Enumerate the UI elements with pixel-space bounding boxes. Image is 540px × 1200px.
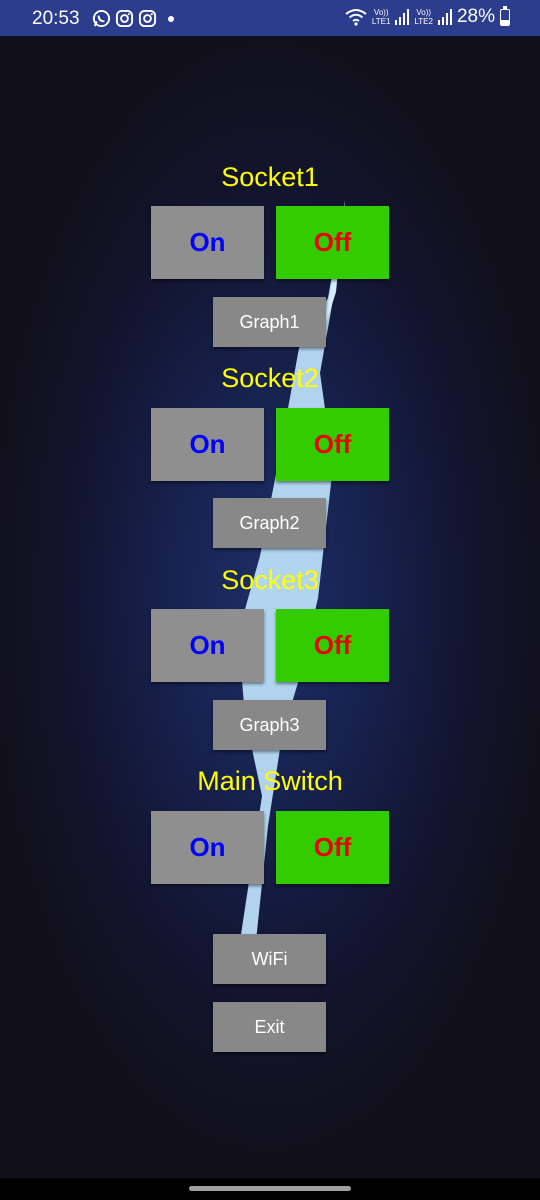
exit-button[interactable]: Exit <box>213 1002 326 1052</box>
signal-icon <box>437 9 452 25</box>
sim2-label-bottom: LTE2 <box>414 17 433 26</box>
socket2-title: Socket2 <box>221 363 319 393</box>
sim2-label-top: Vo)) <box>416 8 432 17</box>
socket3-off-button[interactable]: Off <box>276 609 389 682</box>
socket1-off-button[interactable]: Off <box>276 206 389 279</box>
battery-fill <box>501 20 509 25</box>
sim1-label-top: Vo)) <box>373 8 389 17</box>
status-bar: 20:53 Vo)) LTE1 Vo)) LTE2 28% <box>0 0 540 36</box>
wifi-icon <box>345 9 367 26</box>
sim1-label: Vo)) LTE1 <box>372 8 391 26</box>
instagram-icon <box>115 9 134 28</box>
sim1-label-bottom: LTE1 <box>371 17 391 26</box>
socket3-on-button[interactable]: On <box>151 609 264 682</box>
socket1-title: Socket1 <box>221 162 319 192</box>
instagram-icon <box>138 9 157 28</box>
main-switch-off-button[interactable]: Off <box>276 811 389 884</box>
home-gesture-handle[interactable] <box>189 1186 351 1191</box>
signal-icon <box>395 9 410 25</box>
main-switch-on-button[interactable]: On <box>151 811 264 884</box>
graph1-button[interactable]: Graph1 <box>213 297 326 347</box>
sim2-label: Vo)) LTE2 <box>414 8 433 26</box>
graph2-button[interactable]: Graph2 <box>213 498 326 548</box>
navigation-bar <box>0 1178 540 1200</box>
battery-percent: 28% <box>456 6 495 27</box>
status-right: Vo)) LTE1 Vo)) LTE2 28% <box>345 5 510 28</box>
socket2-off-button[interactable]: Off <box>276 408 389 481</box>
socket2-on-button[interactable]: On <box>151 408 264 481</box>
socket1-on-button[interactable]: On <box>151 206 264 279</box>
graph3-button[interactable]: Graph3 <box>213 700 326 750</box>
status-time: 20:53 <box>32 8 80 29</box>
socket3-title: Socket3 <box>221 565 319 595</box>
main-switch-title: Main Switch <box>197 766 343 796</box>
notification-dot <box>168 16 174 22</box>
wifi-button[interactable]: WiFi <box>213 934 326 984</box>
whatsapp-icon <box>92 9 111 28</box>
app-background: Socket1 On Off Graph1 Socket2 On Off Gra… <box>0 36 540 1178</box>
notification-icons <box>92 9 157 28</box>
battery-icon <box>500 5 510 26</box>
